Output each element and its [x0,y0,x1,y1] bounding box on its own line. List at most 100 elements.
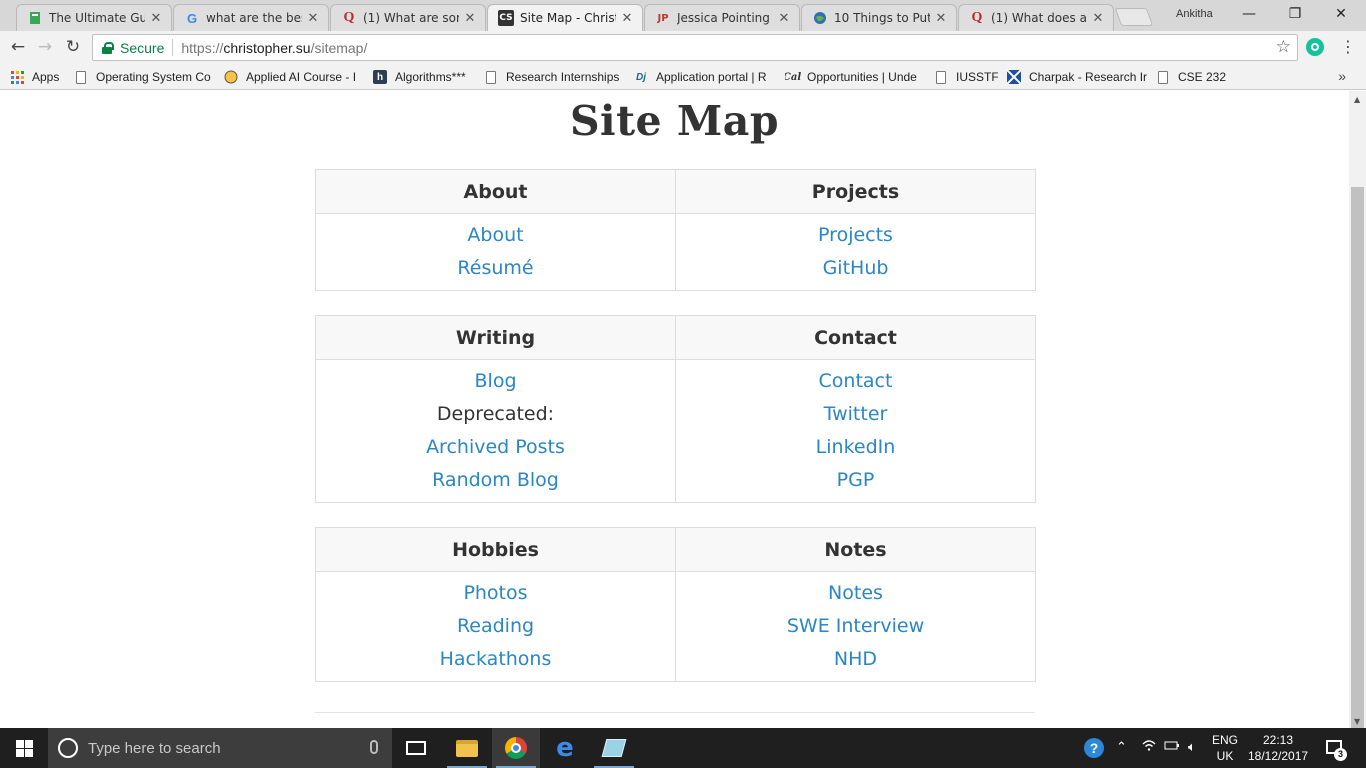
close-icon[interactable]: ✕ [306,11,320,26]
link-blog[interactable]: Blog [316,367,675,400]
url-separator [172,39,174,56]
link-resume[interactable]: Résumé [316,254,675,287]
input-language-indicator[interactable]: ENG UK [1212,732,1238,764]
bookmark-apps[interactable]: Apps [10,68,59,86]
close-window-button[interactable]: ✕ [1318,4,1364,26]
bookmark-star-icon[interactable]: ☆ [1276,37,1291,57]
link-nhd[interactable]: NHD [676,645,1035,678]
bookmark-label: Algorithms*** [395,70,466,84]
close-icon[interactable]: ✕ [934,11,948,26]
link-projects[interactable]: Projects [676,221,1035,254]
battery-icon[interactable] [1164,739,1180,754]
link-reading[interactable]: Reading [316,612,675,645]
menu-dots-icon[interactable]: ⋮ [1340,37,1356,57]
bookmark-operating-system[interactable]: Operating System Co [74,68,212,86]
file-explorer-button[interactable] [443,728,491,768]
jp-icon: JP [657,12,669,24]
bookmark-opportunities[interactable]: Cal Opportunities | Unde [785,68,923,86]
close-icon[interactable]: ✕ [777,11,791,26]
link-about[interactable]: About [316,221,675,254]
quora-icon: Q [971,10,983,25]
tab-google-search[interactable]: G what are the best ✕ [173,4,329,31]
deprecated-label: Deprecated: [436,403,555,425]
tab-10-things[interactable]: 10 Things to Put o ✕ [801,4,957,31]
reload-icon[interactable]: ↻ [61,36,85,60]
url-text[interactable]: https://christopher.su/sitemap/ [181,40,367,56]
bookmark-algorithms[interactable]: h Algorithms*** [373,68,477,86]
forward-arrow-icon[interactable]: → [33,36,57,60]
secure-label: Secure [120,39,165,56]
bookmark-applied-ai[interactable]: Applied AI Course - I [224,68,362,86]
link-random-blog[interactable]: Random Blog [316,466,675,499]
tab-site-map[interactable]: CS Site Map - Christo ✕ [487,4,643,31]
google-icon: G [186,10,198,26]
page-scrollbar[interactable]: ▲ ▼ [1349,91,1366,767]
help-question-icon[interactable]: ? [1084,738,1104,758]
link-photos[interactable]: Photos [316,579,675,612]
chrome-taskbar-button[interactable] [492,728,540,768]
new-tab-button[interactable] [1114,8,1154,26]
link-swe-interview[interactable]: SWE Interview [676,612,1035,645]
minimize-button[interactable]: — [1226,4,1272,26]
task-view-icon [406,741,426,755]
wifi-icon[interactable] [1142,739,1156,754]
tab-jessica-pointing[interactable]: JP Jessica Pointing ✕ [644,4,800,31]
link-hackathons[interactable]: Hackathons [316,645,675,678]
scrollbar-thumb[interactable] [1351,187,1364,767]
task-view-button[interactable] [392,728,440,768]
link-notes[interactable]: Notes [676,579,1035,612]
url-path: /sitemap/ [310,39,368,56]
section-links-notes: Notes SWE Interview NHD [675,571,1036,682]
tab-quora-2[interactable]: Q (1) What does a C ✕ [958,4,1114,31]
edge-taskbar-button[interactable]: e [541,728,589,768]
link-linkedin[interactable]: LinkedIn [676,433,1035,466]
link-archived-posts[interactable]: Archived Posts [316,433,675,466]
url-host: christopher.su [223,39,311,56]
volume-icon[interactable]: 🔈︎ [1188,739,1196,755]
section-heading-hobbies: Hobbies [315,527,676,572]
bookmark-iusstf[interactable]: IUSSTF [934,68,998,86]
tab-quora-1[interactable]: Q (1) What are some ✕ [330,4,486,31]
restore-button[interactable]: ❐ [1272,4,1318,26]
section-heading-writing: Writing [315,315,676,360]
cal-icon: Cal [785,71,802,83]
link-twitter[interactable]: Twitter [676,400,1035,433]
bookmark-label: Research Internships [506,70,620,84]
sitemap-section-about-projects: About Projects About Résumé Projects Git… [315,169,1036,291]
microphone-icon[interactable] [370,740,378,754]
taskbar-search-box[interactable]: Type here to search [48,728,392,768]
green-book-icon [27,10,43,26]
close-icon[interactable]: ✕ [1091,11,1105,26]
close-icon[interactable]: ✕ [463,11,477,26]
scroll-up-arrow-icon[interactable]: ▲ [1354,95,1360,104]
bookmark-research-internships[interactable]: Research Internships [484,68,620,86]
language-code: ENG [1212,733,1239,747]
scroll-down-arrow-icon[interactable]: ▼ [1354,717,1360,726]
address-bar[interactable]: Secure https://christopher.su/sitemap/ ☆ [92,34,1298,61]
system-clock[interactable]: 22:13 18/12/2017 [1248,732,1308,764]
close-icon[interactable]: ✕ [620,11,634,26]
link-pgp[interactable]: PGP [676,466,1035,499]
bookmark-label: Applied AI Course - I [246,70,357,84]
notification-count-badge: 3 [1334,748,1347,761]
bookmark-application-portal[interactable]: Dj Application portal | R [634,68,774,86]
bookmark-label: Opportunities | Unde [807,70,917,84]
grammarly-extension-icon[interactable] [1306,38,1324,56]
tab-ultimate-guide[interactable]: The Ultimate Guid ✕ [16,4,172,31]
back-arrow-icon[interactable]: ← [6,36,30,60]
close-icon[interactable]: ✕ [149,11,163,26]
link-contact[interactable]: Contact [676,367,1035,400]
bookmark-cse-232[interactable]: CSE 232 [1156,68,1236,86]
chevron-up-icon[interactable]: ⌃ [1116,739,1127,755]
profile-name[interactable]: Ankitha [1176,8,1213,20]
page-viewport: Site Map About Projects About Résumé Pro… [0,91,1349,728]
bookmark-charpak[interactable]: Charpak - Research Ir [1007,68,1147,86]
cs-icon: CS [498,10,514,26]
bookmarks-overflow-chevron-icon[interactable]: » [1338,68,1346,84]
edge-icon: e [556,733,574,763]
windows-logo-icon [15,739,33,757]
bookmark-label: Operating System Co [96,70,211,84]
start-button[interactable] [0,728,48,768]
link-github[interactable]: GitHub [676,254,1035,287]
app-taskbar-button[interactable] [590,728,638,768]
